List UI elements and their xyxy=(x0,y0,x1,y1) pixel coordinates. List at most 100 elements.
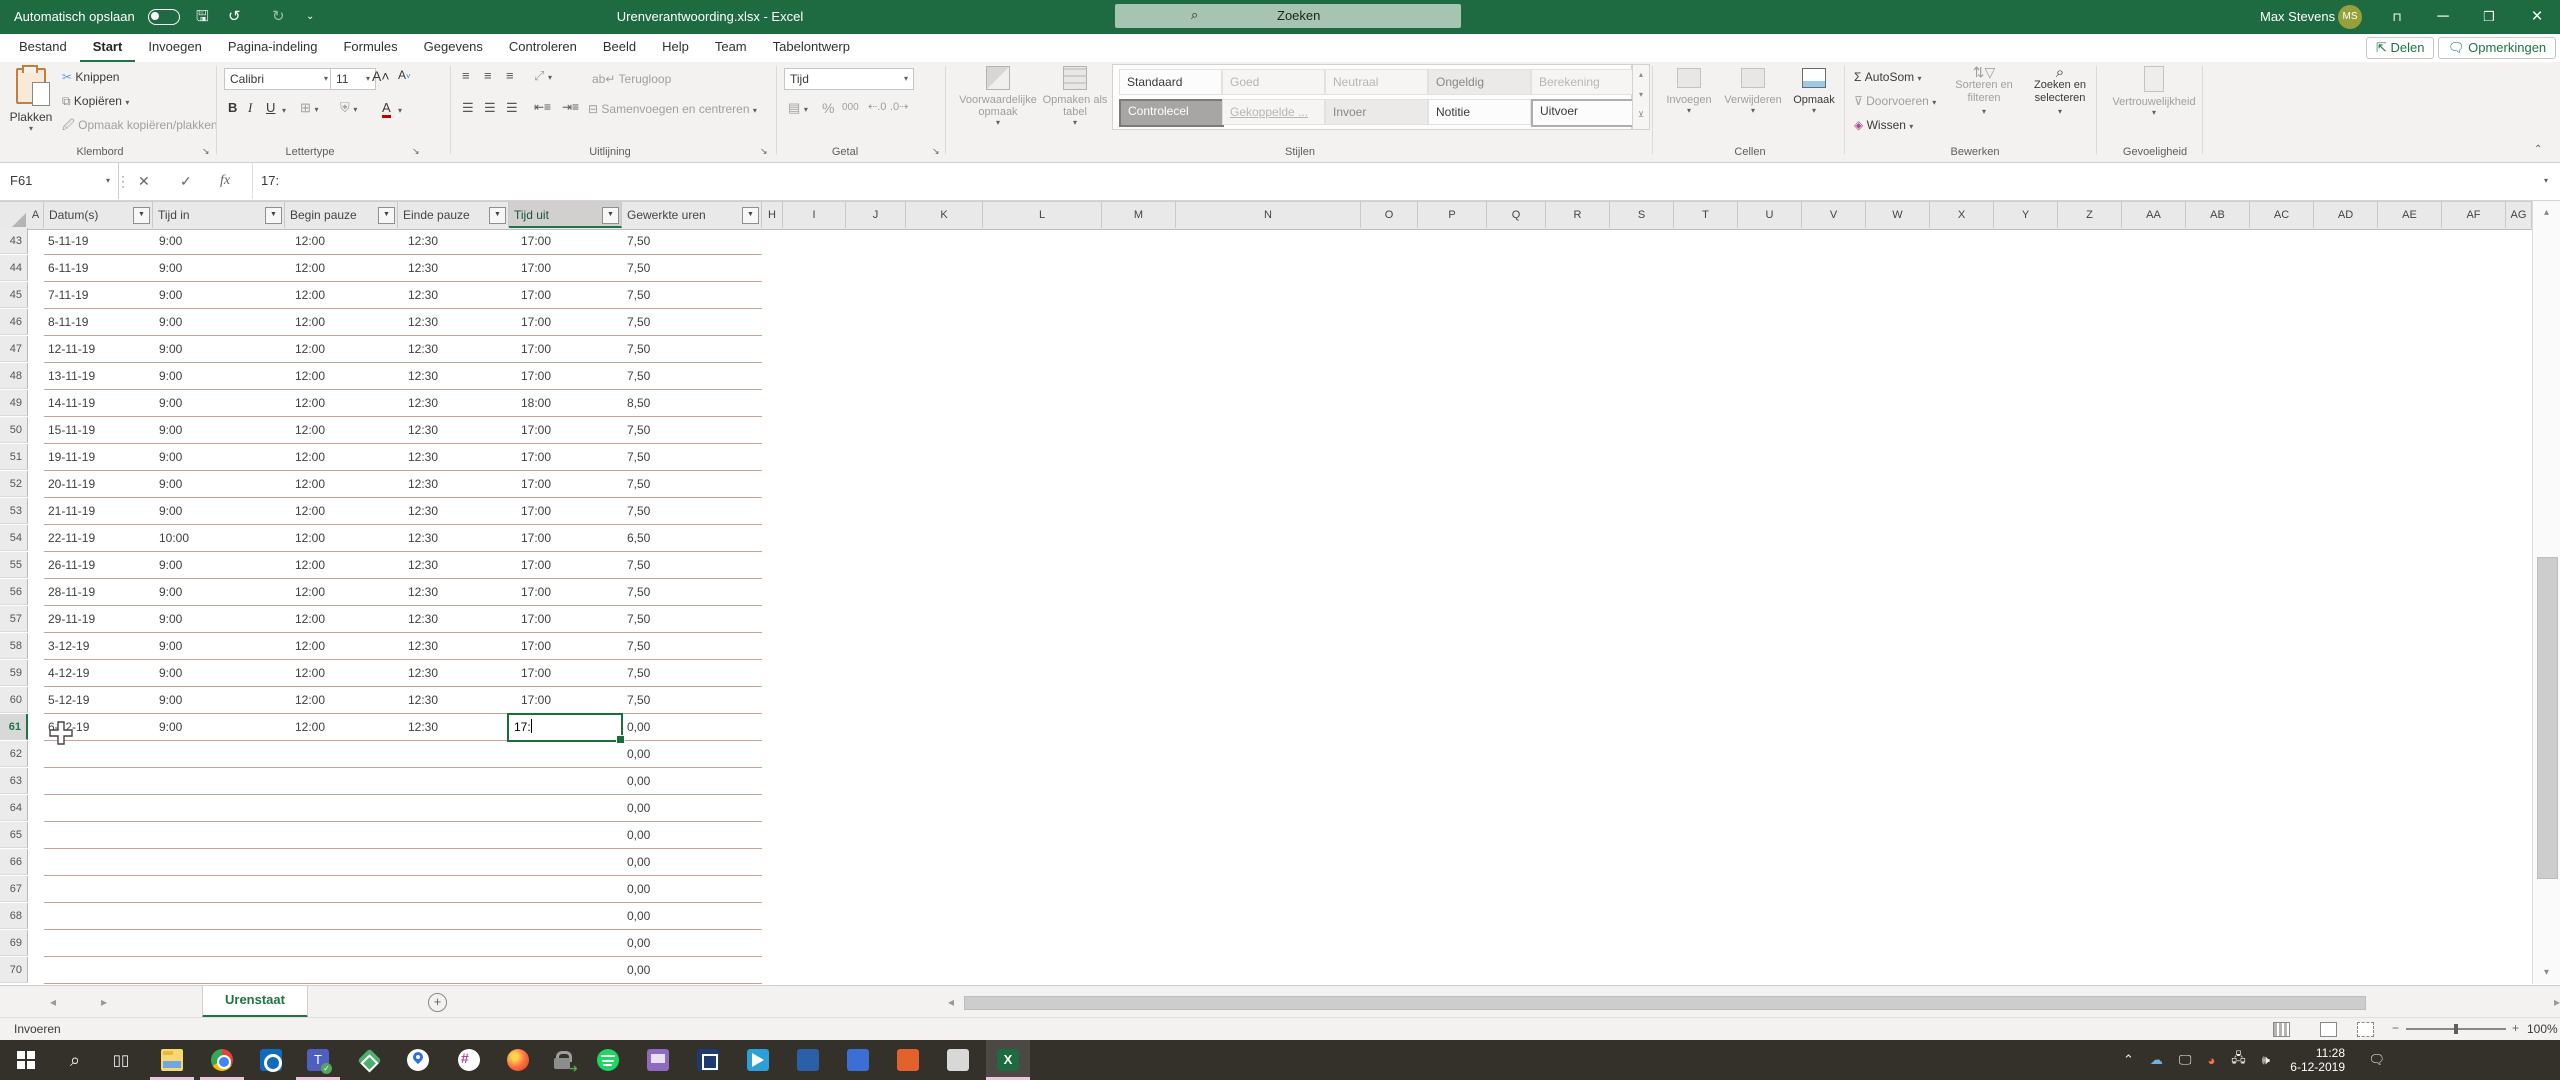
taskbar-app-excel-icon[interactable]: X xyxy=(986,1040,1030,1080)
cell-tin-51[interactable]: 9:00 xyxy=(159,444,182,470)
cell-ep-48[interactable]: 12:30 xyxy=(408,363,438,389)
cell-hours-60[interactable]: 7,50 xyxy=(627,687,650,713)
cell-style-ongeldig[interactable]: Ongeldig xyxy=(1428,69,1531,95)
table-row[interactable]: 57 29-11-19 9:00 12:00 12:30 17:00 7,50 xyxy=(0,606,2560,633)
table-row[interactable]: 59 4-12-19 9:00 12:00 12:30 17:00 7,50 xyxy=(0,660,2560,687)
cell-date-43[interactable]: 5-11-19 xyxy=(48,228,88,254)
taskbar-app-task-view-icon[interactable]: ▯▯ xyxy=(99,1040,143,1080)
cell-hours-51[interactable]: 7,50 xyxy=(627,444,650,470)
ribbon-tab-pagina-indeling[interactable]: Pagina-indeling xyxy=(215,34,331,60)
cell-ep-55[interactable]: 12:30 xyxy=(408,552,438,578)
column-header-z[interactable]: Z xyxy=(2058,202,2122,228)
ribbon-tab-help[interactable]: Help xyxy=(649,34,702,60)
cell-ep-60[interactable]: 12:30 xyxy=(408,687,438,713)
cell-bp-61[interactable]: 12:00 xyxy=(295,714,325,740)
row-header-55[interactable]: 55 xyxy=(0,552,28,578)
autosave-toggle[interactable] xyxy=(148,9,180,25)
column-header-w[interactable]: W xyxy=(1866,202,1930,228)
table-row[interactable]: 44 6-11-19 9:00 12:00 12:30 17:00 7,50 xyxy=(0,255,2560,282)
sheet-nav-left-icon[interactable]: ◂ xyxy=(50,986,56,1018)
row-header-60[interactable]: 60 xyxy=(0,687,28,713)
row-header-58[interactable]: 58 xyxy=(0,633,28,659)
increase-indent-icon[interactable]: ⇥≡ xyxy=(562,100,579,114)
cell-tin-55[interactable]: 9:00 xyxy=(159,552,182,578)
table-row[interactable]: 48 13-11-19 9:00 12:00 12:30 17:00 7,50 xyxy=(0,363,2560,390)
cell-bp-48[interactable]: 12:00 xyxy=(295,363,325,389)
column-header-ad[interactable]: AD xyxy=(2314,202,2378,228)
cell-ep-59[interactable]: 12:30 xyxy=(408,660,438,686)
cell-bp-60[interactable]: 12:00 xyxy=(295,687,325,713)
table-row[interactable]: 53 21-11-19 9:00 12:00 12:30 17:00 7,50 xyxy=(0,498,2560,525)
share-button[interactable]: ⇱ Delen xyxy=(2366,37,2435,59)
find-select-button[interactable]: ⌕ Zoeken en selecteren ▾ xyxy=(2022,65,2098,118)
cell-date-52[interactable]: 20-11-19 xyxy=(48,471,95,497)
zoom-slider-thumb[interactable] xyxy=(2454,1024,2458,1034)
cell-date-49[interactable]: 14-11-19 xyxy=(48,390,95,416)
sheet-tab-urenstaat[interactable]: Urenstaat xyxy=(202,986,308,1018)
underline-icon[interactable]: U xyxy=(266,100,275,115)
formula-input[interactable]: 17: xyxy=(252,163,2541,199)
table-row[interactable]: 49 14-11-19 9:00 12:00 12:30 18:00 8,50 xyxy=(0,390,2560,417)
font-color-dropdown-icon[interactable]: ▾ xyxy=(398,106,402,115)
taskbar-app-search-icon[interactable]: ⌕ xyxy=(53,1040,97,1080)
cell-hours-44[interactable]: 7,50 xyxy=(627,255,650,281)
cell-date-50[interactable]: 15-11-19 xyxy=(48,417,95,443)
table-row[interactable]: 67 0,00 xyxy=(0,876,2560,903)
cell-date-54[interactable]: 22-11-19 xyxy=(48,525,95,551)
filter-icon-gewerkte-uren[interactable]: ▼ xyxy=(742,207,759,224)
cell-tin-60[interactable]: 9:00 xyxy=(159,687,182,713)
cell-hours-59[interactable]: 7,50 xyxy=(627,660,650,686)
row-header-46[interactable]: 46 xyxy=(0,309,28,335)
cell-ep-52[interactable]: 12:30 xyxy=(408,471,438,497)
cell-tout-44[interactable]: 17:00 xyxy=(521,255,551,281)
column-header-a[interactable]: A xyxy=(28,202,44,228)
row-header-43[interactable]: 43 xyxy=(0,228,28,254)
cell-bp-59[interactable]: 12:00 xyxy=(295,660,325,686)
cell-tin-52[interactable]: 9:00 xyxy=(159,471,182,497)
cell-tout-47[interactable]: 17:00 xyxy=(521,336,551,362)
cell-tin-59[interactable]: 9:00 xyxy=(159,660,182,686)
cell-hours-64[interactable]: 0,00 xyxy=(627,795,650,821)
ribbon-tab-beeld[interactable]: Beeld xyxy=(590,34,649,60)
cell-hours-43[interactable]: 7,50 xyxy=(627,228,650,254)
cancel-entry-icon[interactable]: ✕ xyxy=(138,163,150,199)
taskbar-clock[interactable]: 11:28 6-12-2019 xyxy=(2290,1046,2345,1074)
row-header-56[interactable]: 56 xyxy=(0,579,28,605)
taskbar-app-file-explorer-icon[interactable] xyxy=(150,1040,194,1080)
cell-tin-58[interactable]: 9:00 xyxy=(159,633,182,659)
cell-style-notitie[interactable]: Notitie xyxy=(1428,99,1531,125)
formula-bar-grip[interactable]: ⋮ xyxy=(116,163,130,199)
row-header-50[interactable]: 50 xyxy=(0,417,28,443)
cell-hours-56[interactable]: 7,50 xyxy=(627,579,650,605)
table-row[interactable]: 52 20-11-19 9:00 12:00 12:30 17:00 7,50 xyxy=(0,471,2560,498)
cell-date-60[interactable]: 5-12-19 xyxy=(48,687,89,713)
select-all-corner[interactable] xyxy=(12,213,26,227)
klembord-dialog-launcher-icon[interactable]: ↘ xyxy=(202,146,210,157)
table-row[interactable]: 47 12-11-19 9:00 12:00 12:30 17:00 7,50 xyxy=(0,336,2560,363)
cell-ep-61[interactable]: 12:30 xyxy=(408,714,438,740)
new-sheet-button[interactable]: + xyxy=(428,993,447,1012)
cell-tout-43[interactable]: 17:00 xyxy=(521,228,551,254)
column-header-ab[interactable]: AB xyxy=(2186,202,2250,228)
cell-hours-65[interactable]: 0,00 xyxy=(627,822,650,848)
save-icon[interactable]: 🖫 xyxy=(196,0,209,34)
taskbar-app-chrome-icon[interactable] xyxy=(200,1040,244,1080)
cell-ep-58[interactable]: 12:30 xyxy=(408,633,438,659)
row-header-51[interactable]: 51 xyxy=(0,444,28,470)
ribbon-tab-invoegen[interactable]: Invoegen xyxy=(135,34,215,60)
cell-date-46[interactable]: 8-11-19 xyxy=(48,309,88,335)
expand-formula-bar-icon[interactable]: ▾ xyxy=(2544,163,2548,199)
cell-tin-50[interactable]: 9:00 xyxy=(159,417,182,443)
cell-bp-53[interactable]: 12:00 xyxy=(295,498,325,524)
column-header-tijd-uit[interactable]: Tijd uit ▼ xyxy=(509,202,622,228)
cell-ep-49[interactable]: 12:30 xyxy=(408,390,438,416)
font-color-icon[interactable]: A xyxy=(382,100,391,118)
filter-icon-begin-pauze[interactable]: ▼ xyxy=(378,207,395,224)
taskbar-app-vpn-lock-app-icon[interactable]: ➜ xyxy=(541,1040,585,1080)
column-header-tijd-in[interactable]: Tijd in ▼ xyxy=(153,202,285,228)
row-header-57[interactable]: 57 xyxy=(0,606,28,632)
cell-tin-53[interactable]: 9:00 xyxy=(159,498,182,524)
cell-date-48[interactable]: 13-11-19 xyxy=(48,363,95,389)
taskbar-app-blue-app-icon[interactable] xyxy=(786,1040,830,1080)
insert-function-icon[interactable]: fx xyxy=(220,163,230,199)
